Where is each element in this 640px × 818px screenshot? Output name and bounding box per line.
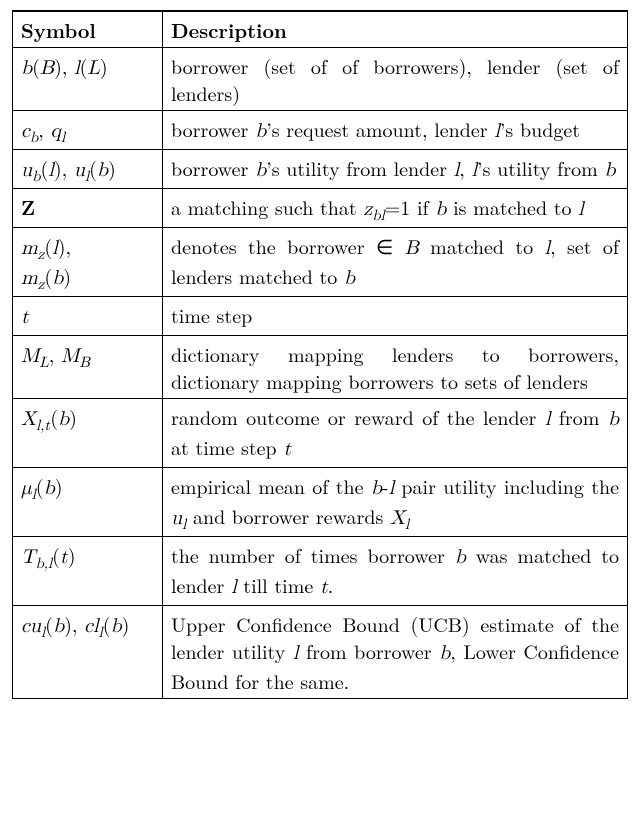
symbol-cell: mz(l),mz(b) (13, 228, 163, 297)
table-row: μl(b)empirical mean of the b-l pair util… (13, 468, 628, 537)
table-row: ub(l), ul(b)borrower b’s utility from le… (13, 150, 628, 189)
table-row: ttime step (13, 297, 628, 336)
symbol-cell: t (13, 297, 163, 336)
symbol-cell: ub(l), ul(b) (13, 150, 163, 189)
header-symbol: Symbol (13, 11, 163, 48)
table-row: Tb,l(t)the number of times borrower b wa… (13, 537, 628, 606)
description-cell: Upper Confidence Bound (UCB) estimate of… (163, 606, 628, 699)
table-row: cul(b), cll(b)Upper Confidence Bound (UC… (13, 606, 628, 699)
symbol-cell: Xl,t(b) (13, 399, 163, 468)
description-cell: empirical mean of the b-l pair utility i… (163, 468, 628, 537)
symbol-cell: b(B), l(L) (13, 48, 163, 111)
symbols-table: Symbol Description b(B), l(L)borrower (s… (12, 10, 628, 699)
description-cell: borrower (set of of borrowers), lender (… (163, 48, 628, 111)
description-cell: the number of times borrower b was match… (163, 537, 628, 606)
description-cell: random outcome or reward of the lender l… (163, 399, 628, 468)
table-row: b(B), l(L)borrower (set of of borrowers)… (13, 48, 628, 111)
symbol-cell: ML, MB (13, 336, 163, 399)
symbol-cell: cul(b), cll(b) (13, 606, 163, 699)
description-cell: a matching such that zbl=1 if b is match… (163, 189, 628, 228)
symbol-cell: Z (13, 189, 163, 228)
description-cell: borrower b’s request amount, lender l’s … (163, 111, 628, 150)
table-row: Xl,t(b)random outcome or reward of the l… (13, 399, 628, 468)
table-row: mz(l),mz(b)denotes the borrower ∈ B matc… (13, 228, 628, 297)
description-cell: dictionary mapping lenders to borrowers,… (163, 336, 628, 399)
table-row: cb, qlborrower b’s request amount, lende… (13, 111, 628, 150)
symbol-cell: cb, ql (13, 111, 163, 150)
table-row: ML, MBdictionary mapping lenders to borr… (13, 336, 628, 399)
table-header-row: Symbol Description (13, 11, 628, 48)
description-cell: time step (163, 297, 628, 336)
description-cell: borrower b’s utility from lender l, l’s … (163, 150, 628, 189)
symbol-cell: Tb,l(t) (13, 537, 163, 606)
description-cell: denotes the borrower ∈ B matched to l, s… (163, 228, 628, 297)
table-row: Za matching such that zbl=1 if b is matc… (13, 189, 628, 228)
symbol-cell: μl(b) (13, 468, 163, 537)
header-description: Description (163, 11, 628, 48)
